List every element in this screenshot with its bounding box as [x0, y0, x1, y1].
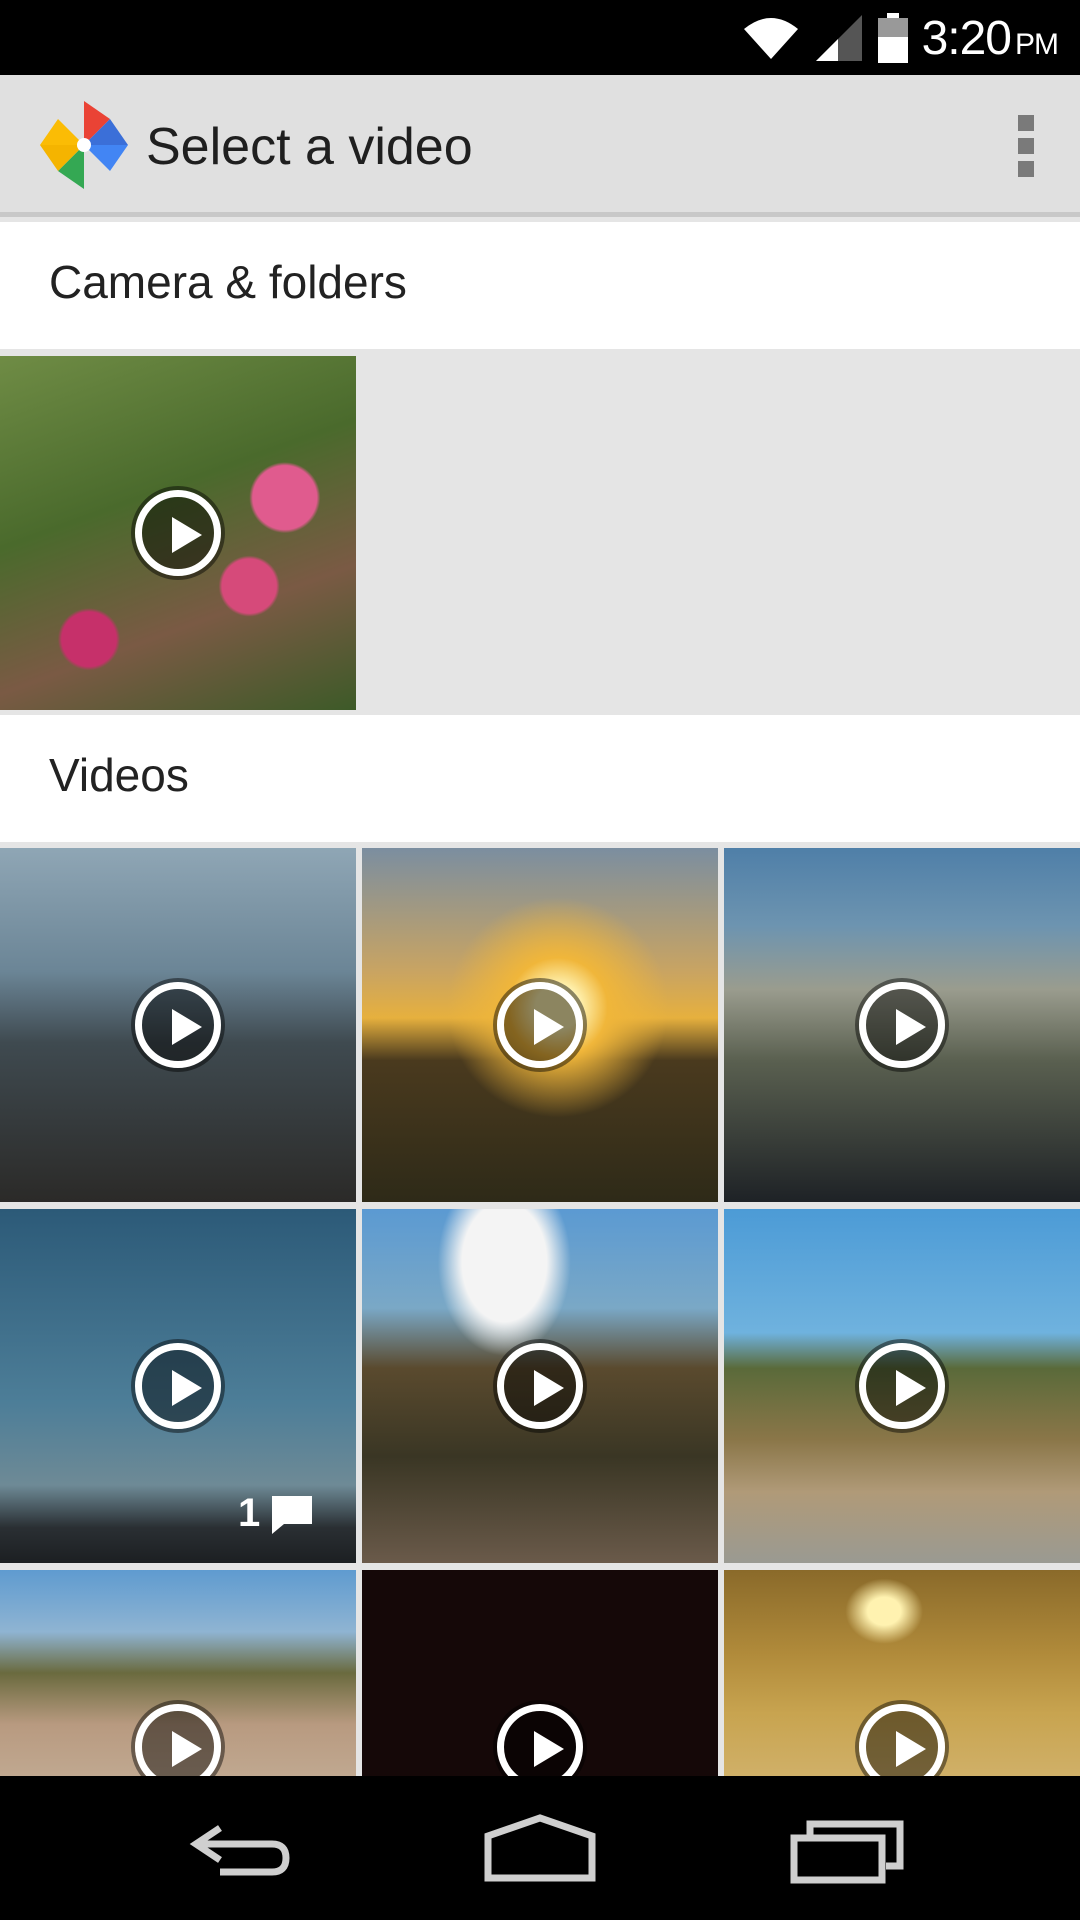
comment-icon — [272, 1495, 313, 1534]
back-icon[interactable] — [168, 1806, 308, 1890]
section-header-videos: Videos — [0, 715, 1080, 842]
video-thumbnail[interactable] — [362, 1570, 718, 1776]
battery-icon — [877, 13, 908, 63]
status-clock: 3:20 PM — [921, 11, 1059, 66]
video-thumbnail[interactable]: 1 — [0, 1209, 356, 1563]
play-icon — [859, 982, 945, 1068]
play-icon — [497, 982, 583, 1068]
recents-icon[interactable] — [780, 1806, 920, 1890]
video-thumbnail[interactable] — [724, 848, 1080, 1202]
home-icon[interactable] — [470, 1806, 610, 1890]
signal-icon — [815, 15, 862, 61]
page-title: Select a video — [146, 118, 473, 176]
camera-folder-thumbnail[interactable] — [0, 356, 356, 710]
play-icon — [859, 1704, 945, 1776]
video-thumbnail[interactable] — [362, 1209, 718, 1563]
play-icon — [859, 1343, 945, 1429]
play-icon — [497, 1343, 583, 1429]
video-thumbnail[interactable] — [724, 1209, 1080, 1563]
overflow-menu-icon[interactable] — [1018, 115, 1036, 177]
comment-count: 1 — [238, 1491, 261, 1535]
video-thumbnail[interactable] — [362, 848, 718, 1202]
play-icon — [135, 490, 221, 576]
status-icons: 3:20 PM — [742, 8, 1059, 68]
section-title: Camera & folders — [49, 256, 407, 308]
play-icon — [135, 1343, 221, 1429]
video-thumbnail[interactable] — [0, 1570, 356, 1776]
play-icon — [497, 1704, 583, 1776]
comment-badge: 1 — [238, 1491, 314, 1536]
action-bar: Select a video — [0, 75, 1080, 217]
clock-ampm: PM — [1015, 27, 1059, 61]
video-thumbnail[interactable] — [0, 848, 356, 1202]
photos-pinwheel-icon[interactable] — [36, 97, 132, 193]
section-title: Videos — [49, 749, 189, 801]
status-bar: 3:20 PM — [0, 0, 1080, 75]
video-thumbnail[interactable] — [724, 1570, 1080, 1776]
play-icon — [135, 1704, 221, 1776]
clock-time: 3:20 — [921, 11, 1012, 65]
wifi-icon — [743, 18, 798, 59]
section-header-camera: Camera & folders — [0, 222, 1080, 349]
navigation-bar — [0, 1776, 1080, 1920]
play-icon — [135, 982, 221, 1068]
